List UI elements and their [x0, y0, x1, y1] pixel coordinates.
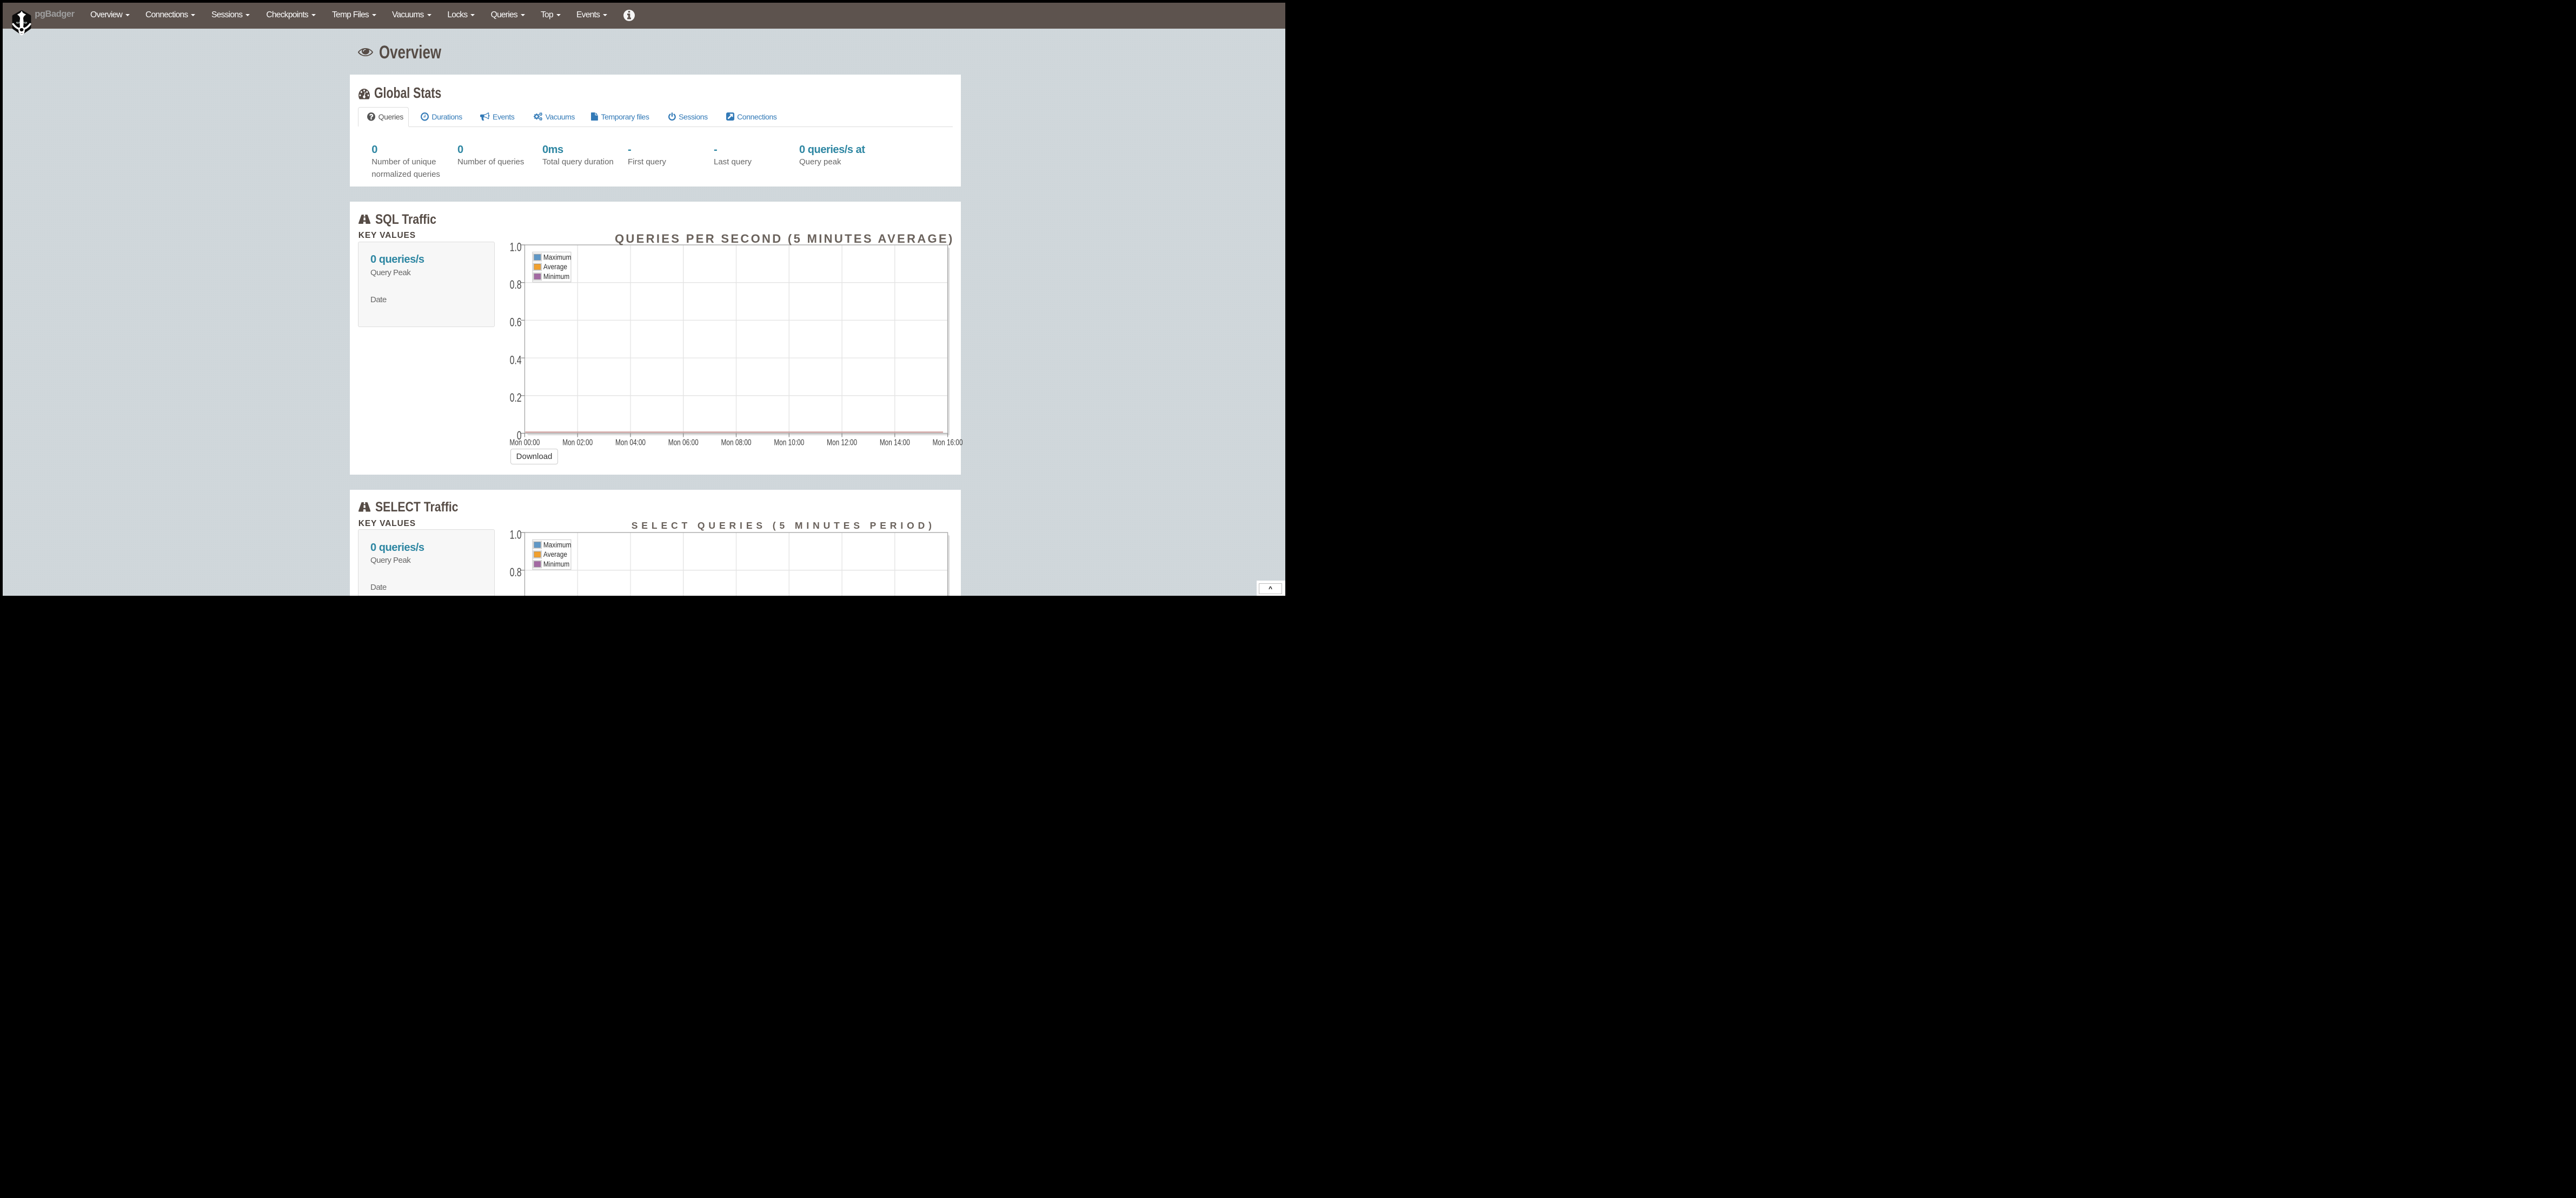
svg-text:1.0: 1.0	[509, 241, 521, 254]
svg-text:SELECT QUERIES (5 MINUTES PERI: SELECT QUERIES (5 MINUTES PERIOD)	[631, 520, 935, 531]
svg-text:0.4: 0.4	[509, 354, 521, 367]
svg-text:Mon 04:00: Mon 04:00	[615, 438, 646, 447]
svg-text:Minimum: Minimum	[543, 272, 569, 281]
svg-text:Mon 12:00: Mon 12:00	[827, 438, 857, 447]
svg-text:0.8: 0.8	[509, 567, 521, 580]
svg-text:1.0: 1.0	[509, 529, 521, 542]
svg-text:Mon 16:00: Mon 16:00	[932, 438, 962, 447]
svg-text:Mon 14:00: Mon 14:00	[880, 438, 910, 447]
svg-text:QUERIES PER SECOND (5 MINUTES: QUERIES PER SECOND (5 MINUTES AVERAGE)	[615, 232, 954, 245]
svg-text:Mon 10:00: Mon 10:00	[774, 438, 804, 447]
svg-text:Average: Average	[543, 550, 567, 558]
svg-text:Average: Average	[543, 262, 567, 271]
svg-text:0.2: 0.2	[509, 392, 521, 405]
svg-text:0.6: 0.6	[509, 316, 521, 329]
svg-text:Mon 08:00: Mon 08:00	[721, 438, 751, 447]
svg-text:Mon 00:00: Mon 00:00	[509, 438, 540, 447]
svg-text:Mon 06:00: Mon 06:00	[668, 438, 698, 447]
svg-text:Minimum: Minimum	[543, 560, 569, 568]
svg-text:Mon 02:00: Mon 02:00	[562, 438, 593, 447]
svg-text:Maximum: Maximum	[543, 252, 572, 261]
svg-text:0.8: 0.8	[509, 279, 521, 292]
svg-text:Maximum: Maximum	[543, 541, 572, 549]
